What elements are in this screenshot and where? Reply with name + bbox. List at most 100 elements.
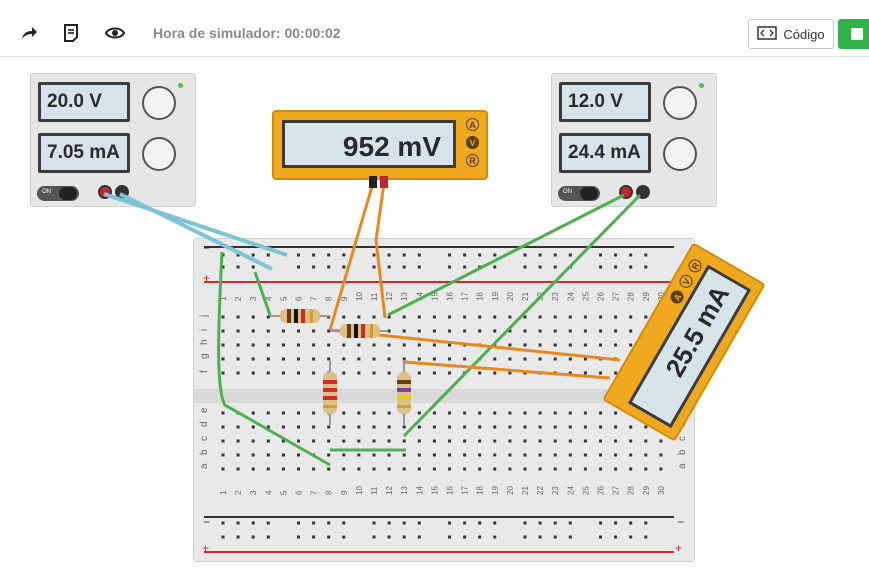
multimeter-voltage[interactable]: 952 mV A V R	[272, 110, 488, 180]
breadboard-hole	[508, 425, 512, 429]
breadboard-hole	[523, 411, 527, 415]
mode-voltmeter-icon[interactable]: V	[466, 136, 479, 149]
rail-hole	[629, 535, 633, 539]
column-label: 22	[536, 292, 545, 301]
mode-ammeter-icon[interactable]: A	[668, 288, 686, 306]
breadboard-hole	[281, 329, 285, 333]
mode-ammeter-icon[interactable]: A	[466, 118, 479, 131]
breadboard-hole	[402, 453, 406, 457]
column-label: 21	[521, 486, 530, 495]
breadboard-hole	[402, 439, 406, 443]
psu-right-voltage-knob[interactable]	[663, 86, 697, 120]
rail-hole	[644, 253, 648, 257]
breadboard-hole	[417, 453, 421, 457]
psu-left-power-switch[interactable]: ON	[37, 186, 79, 201]
column-label: 29	[642, 486, 651, 495]
breadboard-hole	[342, 315, 346, 319]
psu-right-power-switch[interactable]: ON	[558, 186, 600, 201]
row-label: a	[199, 463, 210, 469]
column-label: 28	[627, 292, 636, 301]
breadboard-hole	[553, 439, 557, 443]
rail-hole	[523, 521, 527, 525]
view-eye-icon[interactable]	[100, 18, 130, 48]
column-label: 1	[219, 490, 228, 495]
rail-hole	[266, 521, 270, 525]
stop-icon	[851, 28, 863, 40]
breadboard-hole	[659, 439, 663, 443]
redo-arrow-icon[interactable]	[14, 18, 44, 48]
mode-voltmeter-icon[interactable]: V	[677, 272, 695, 291]
notes-icon[interactable]	[56, 18, 86, 48]
breadboard-hole	[508, 371, 512, 375]
rail-hole	[312, 521, 316, 525]
breadboard-hole	[266, 425, 270, 429]
breadboard-hole	[251, 439, 255, 443]
row-label: b	[677, 449, 688, 455]
rail-hole	[266, 535, 270, 539]
breadboard-hole	[583, 425, 587, 429]
column-label: 8	[325, 296, 334, 301]
breadboard-hole	[568, 439, 572, 443]
psu-left-negative-terminal[interactable]	[115, 185, 129, 199]
breadboard-hole	[432, 315, 436, 319]
rail-hole	[266, 253, 270, 257]
rail-hole	[312, 535, 316, 539]
rail-hole	[644, 535, 648, 539]
rail-hole	[478, 265, 482, 269]
breadboard-hole	[493, 439, 497, 443]
rail-hole	[629, 521, 633, 525]
rail-hole	[387, 521, 391, 525]
switch-label: ON	[42, 189, 51, 195]
power-supply-left[interactable]: 20.0 V 7.05 mA ON	[30, 73, 196, 207]
breadboard-hole	[297, 411, 300, 415]
breadboard-hole	[659, 453, 663, 457]
psu-left-positive-terminal[interactable]	[98, 185, 112, 199]
rail-hole	[342, 265, 346, 269]
breadboard-hole	[417, 467, 421, 471]
breadboard-hole	[236, 425, 240, 429]
rail-hole	[342, 521, 346, 525]
rail-hole	[312, 253, 316, 257]
breadboard-hole	[614, 439, 618, 443]
breadboard-hole	[236, 439, 240, 443]
code-button[interactable]: Código	[748, 19, 834, 49]
breadboard-hole	[312, 357, 316, 361]
psu-left-voltage-knob[interactable]	[142, 86, 176, 120]
breadboard-hole	[236, 343, 240, 347]
breadboard-hole	[281, 425, 285, 429]
psu-right-current-knob[interactable]	[663, 137, 697, 171]
rail-hole	[387, 253, 391, 257]
rail-hole	[417, 521, 421, 525]
psu-right-negative-terminal[interactable]	[636, 185, 650, 199]
breadboard-hole	[568, 329, 572, 333]
power-supply-right[interactable]: 12.0 V 24.4 mA ON	[551, 73, 717, 207]
code-button-label: Código	[783, 26, 825, 42]
breadboard-hole	[583, 357, 587, 361]
mode-ohmmeter-icon[interactable]: R	[466, 154, 479, 167]
column-label: 15	[430, 292, 439, 301]
breadboard-hole	[463, 357, 467, 361]
rail-hole	[372, 521, 376, 525]
column-label: 24	[566, 486, 575, 495]
breadboard-hole	[523, 453, 527, 457]
rail-hole	[538, 521, 542, 525]
row-label: e	[199, 407, 210, 413]
mode-ohmmeter-icon[interactable]: R	[686, 256, 704, 275]
rail-hole	[614, 253, 618, 257]
rail-hole	[568, 535, 572, 539]
breadboard-hole	[221, 439, 225, 443]
rail-hole	[236, 253, 240, 257]
breadboard-hole	[553, 357, 557, 361]
rail-hole	[538, 265, 542, 269]
rail-hole	[327, 535, 331, 539]
psu-right-positive-terminal[interactable]	[619, 185, 633, 199]
rail-hole	[372, 253, 376, 257]
breadboard-hole	[553, 329, 557, 333]
psu-right-voltage-display: 12.0 V	[559, 82, 651, 122]
breadboard-hole	[342, 371, 346, 375]
psu-left-current-knob[interactable]	[142, 137, 176, 171]
column-label: 26	[597, 486, 606, 495]
stop-simulation-button[interactable]	[838, 19, 869, 49]
breadboard-hole	[342, 343, 346, 347]
breadboard-hole	[236, 357, 240, 361]
